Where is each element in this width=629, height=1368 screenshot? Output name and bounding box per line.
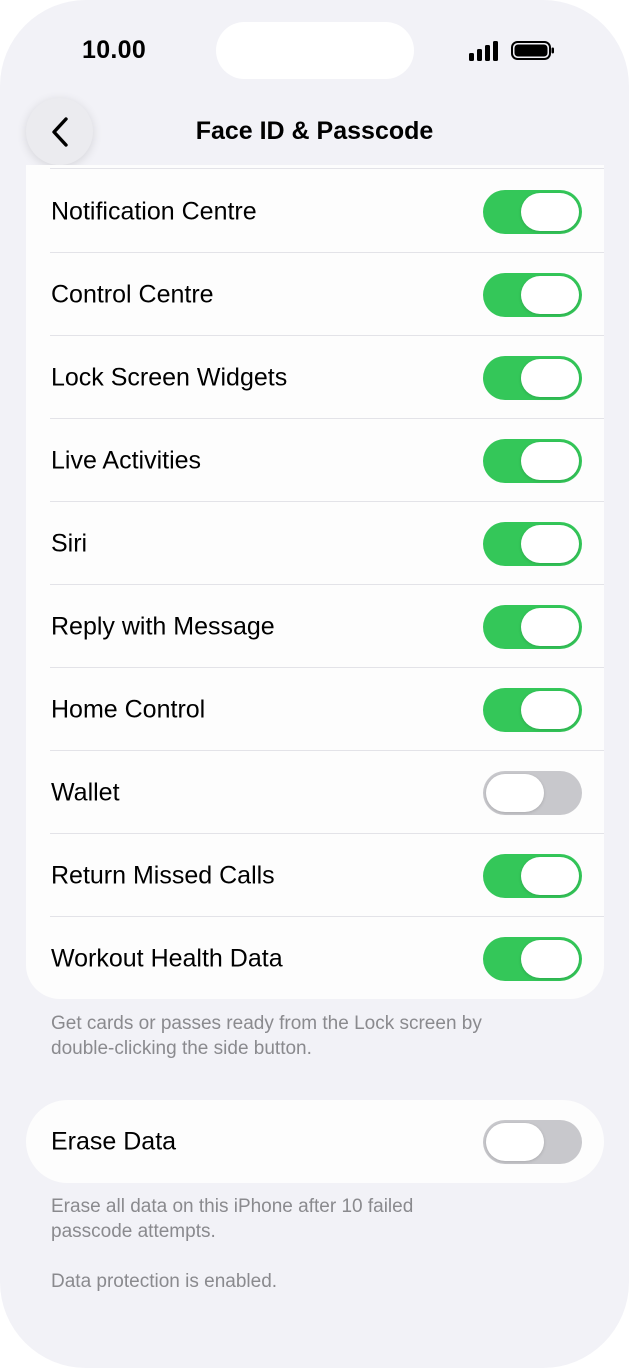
setting-label: Return Missed Calls (51, 861, 275, 889)
phone-screen: 10.00 Face ID & Passcode Notification Ce… (0, 0, 629, 1368)
toggle-knob (521, 441, 579, 480)
toggle-knob (486, 1122, 544, 1161)
toggle-knob (521, 192, 579, 231)
footer-line: passcode attempts. (51, 1221, 216, 1242)
setting-row-lock-screen-widgets: Lock Screen Widgets (26, 336, 604, 419)
footer-line: double-clicking the side button. (51, 1038, 312, 1059)
setting-label: Notification Centre (51, 197, 257, 225)
footer-line: Data protection is enabled. (51, 1271, 278, 1292)
setting-row-return-missed-calls: Return Missed Calls (26, 834, 604, 917)
toggle-control-centre[interactable] (483, 272, 582, 317)
setting-row-workout-health-data: Workout Health Data (26, 917, 604, 1000)
toggle-live-activities[interactable] (483, 438, 582, 483)
toggle-knob (486, 773, 544, 812)
setting-row-wallet: Wallet (26, 751, 604, 834)
setting-row-siri: Siri (26, 502, 604, 585)
toggle-knob (521, 607, 579, 646)
setting-label: Live Activities (51, 446, 202, 474)
footer-line: Erase all data on this iPhone after 10 f… (51, 1196, 414, 1217)
toggle-notification-centre[interactable] (483, 189, 582, 234)
battery-icon (511, 41, 554, 60)
dynamic-island (216, 22, 414, 79)
setting-row-live-activities: Live Activities (26, 419, 604, 502)
lock-screen-access-footer: Get cards or passes ready from the Lock … (51, 1011, 571, 1061)
setting-row-notification-centre: Notification Centre (26, 170, 604, 253)
toggle-siri[interactable] (483, 521, 582, 566)
erase-data-footer: Erase all data on this iPhone after 10 f… (51, 1194, 571, 1294)
setting-label: Siri (51, 529, 88, 557)
toggle-workout-health-data[interactable] (483, 936, 582, 981)
setting-label: Workout Health Data (51, 944, 283, 972)
setting-row-control-centre: Control Centre (26, 253, 604, 336)
toggle-knob (521, 939, 579, 978)
toggle-knob (521, 856, 579, 895)
toggle-knob (521, 358, 579, 397)
cellular-signal-icon (469, 40, 501, 61)
page-title: Face ID & Passcode (195, 117, 434, 145)
setting-row-reply-with-message: Reply with Message (26, 585, 604, 668)
setting-label: Wallet (51, 778, 120, 806)
toggle-lock-screen-widgets[interactable] (483, 355, 582, 400)
setting-label: Lock Screen Widgets (51, 363, 288, 391)
divider (50, 168, 604, 169)
setting-label: Home Control (51, 695, 206, 723)
setting-row-home-control: Home Control (26, 668, 604, 751)
toggle-knob (521, 275, 579, 314)
setting-label: Control Centre (51, 280, 214, 308)
toggle-knob (521, 524, 579, 563)
setting-label: Reply with Message (51, 612, 275, 640)
erase-data-label: Erase Data (51, 1127, 177, 1155)
lock-screen-access-card: Notification Centre Control Centre Lock Sc… (26, 165, 604, 999)
erase-data-row: Erase Data (26, 1100, 604, 1183)
toggle-reply-with-message[interactable] (483, 604, 582, 649)
toggle-knob (521, 690, 579, 729)
erase-data-card: Erase Data (26, 1100, 604, 1183)
status-time: 10.00 (82, 36, 147, 64)
toggle-wallet[interactable] (483, 770, 582, 815)
toggle-return-missed-calls[interactable] (483, 853, 582, 898)
footer-line: Get cards or passes ready from the Lock … (51, 1013, 482, 1034)
toggle-home-control[interactable] (483, 687, 582, 732)
erase-data-toggle[interactable] (483, 1119, 582, 1164)
